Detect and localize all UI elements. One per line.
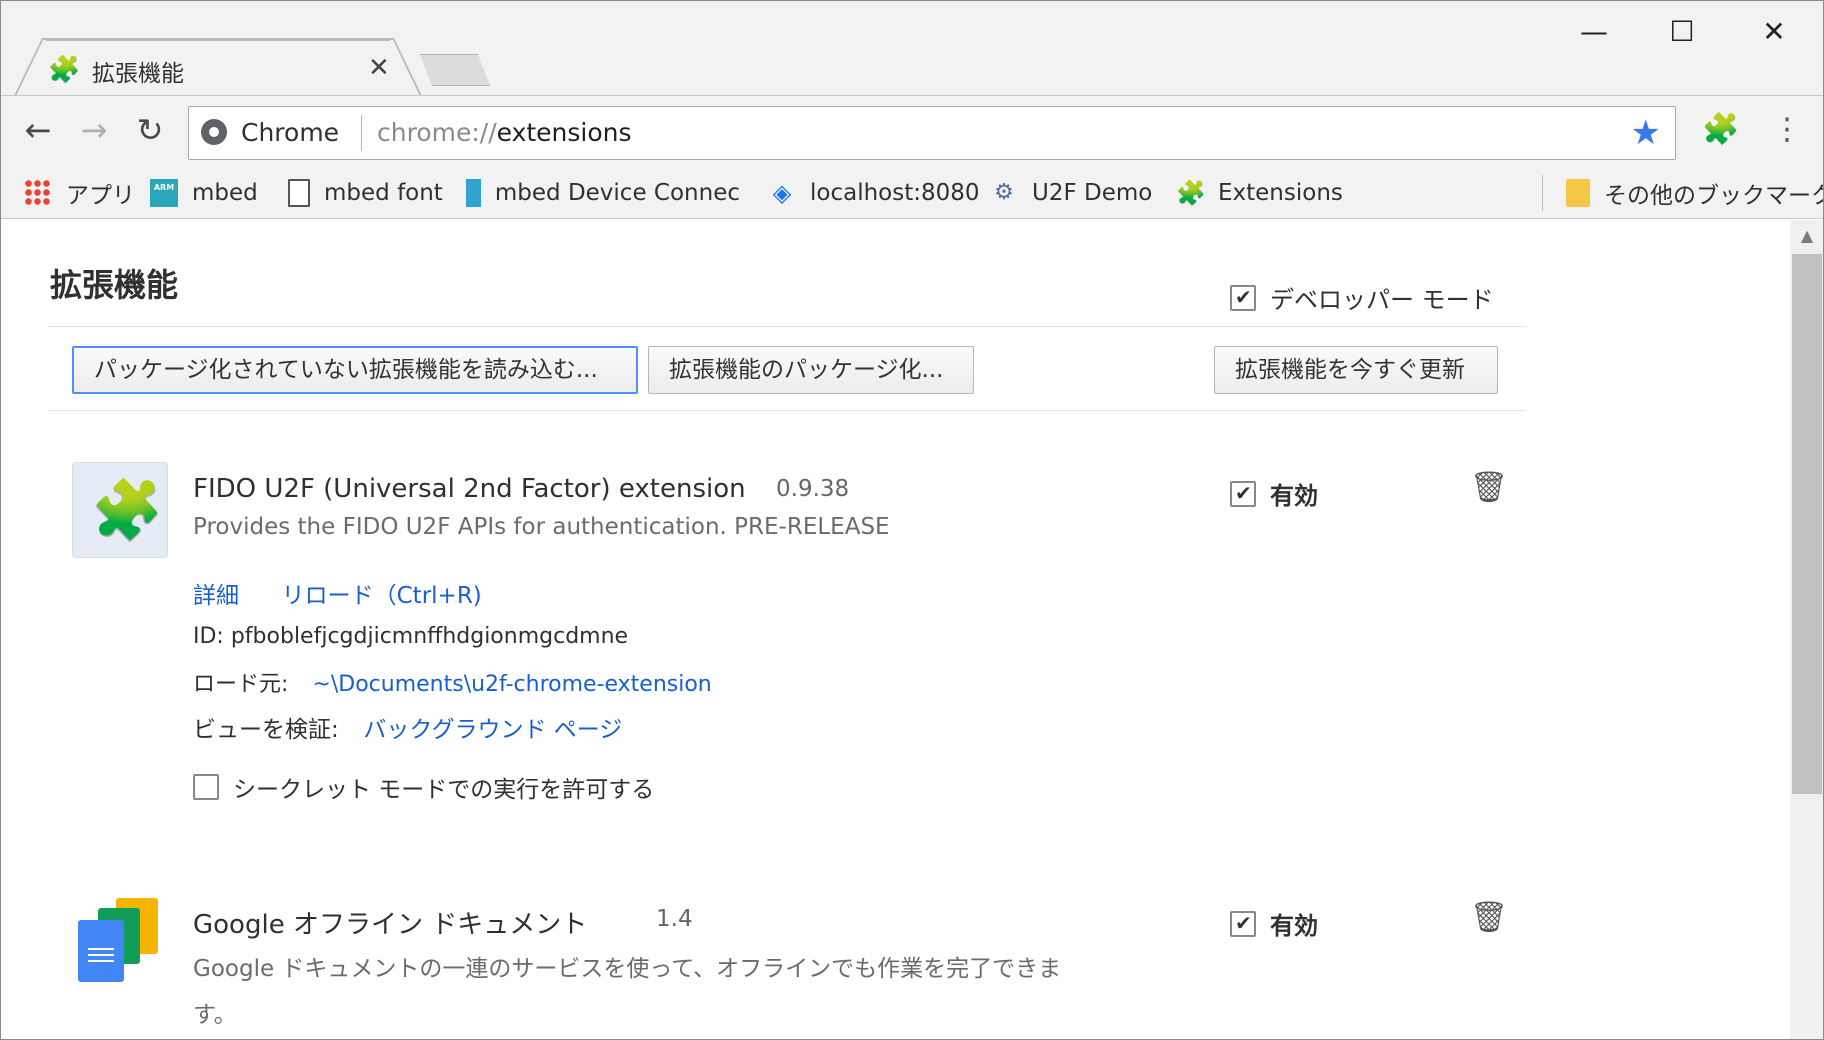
bookmark-u2f-demo[interactable]: ⚙ U2F Demo — [990, 177, 1152, 209]
bookmark-label: その他のブックマーク — [1604, 183, 1824, 209]
chrome-menu-button[interactable]: ⋮ — [1772, 110, 1802, 150]
scroll-thumb[interactable] — [1792, 254, 1822, 794]
id-label: ID: — [193, 624, 224, 649]
trash-icon[interactable]: 🗑 — [1470, 470, 1508, 505]
tab-title: 拡張機能 — [92, 61, 184, 87]
omnibox-separator — [361, 115, 362, 151]
extension-version: 1.4 — [656, 906, 693, 932]
enable-checkbox[interactable] — [1230, 910, 1256, 937]
reload-link[interactable]: リロード（Ctrl+R) — [282, 583, 482, 609]
tab-extensions[interactable] — [22, 40, 414, 96]
bookmark-label: mbed — [192, 180, 258, 206]
id-value: pfboblefjcgdjicmnffhdgionmgcdmne — [230, 624, 629, 649]
vertical-scrollbar[interactable]: ▲ — [1790, 220, 1824, 1040]
back-button[interactable]: ← — [18, 110, 58, 150]
omnibox-chip: Chrome — [241, 118, 340, 147]
details-link[interactable]: 詳細 — [193, 583, 239, 609]
extension-id-row: ID: pfboblefjcgdjicmnffhdgionmgcdmne — [193, 624, 628, 649]
enable-toggle[interactable]: 有効 — [1230, 476, 1318, 511]
enable-toggle[interactable]: 有効 — [1230, 906, 1318, 941]
chrome-icon — [201, 119, 227, 145]
extension-icon: 🧩 — [72, 462, 168, 558]
load-unpacked-button[interactable]: パッケージ化されていない拡張機能を読み込む... — [72, 346, 638, 394]
extension-description: Google ドキュメントの一連のサービスを使って、オフラインでも作業を完了でき… — [193, 946, 1193, 1038]
incognito-checkbox[interactable] — [193, 774, 219, 800]
extension-name: Google オフライン ドキュメント — [193, 910, 588, 940]
tab-close-button[interactable]: ✕ — [368, 54, 390, 82]
bookmark-label: mbed Device Connec — [494, 180, 740, 206]
bookmark-extensions[interactable]: 🧩 Extensions — [1176, 177, 1343, 209]
bookmarks-bar: アプリ ARM mbed mbed font mbed Device Conne… — [0, 167, 1824, 219]
star-icon[interactable]: ★ — [1631, 113, 1661, 153]
extension-description: Provides the FIDO U2F APIs for authentic… — [193, 514, 890, 540]
inspect-label: ビューを検証: — [193, 717, 339, 743]
description-line: Google ドキュメントの一連のサービスを使って、オフラインでも作業を完了でき… — [193, 956, 1062, 982]
url-text[interactable]: chrome://extensions — [377, 118, 632, 147]
puzzle-icon: 🧩 — [1176, 179, 1206, 207]
extension-loaded-from-row: ロード元: ~\Documents\u2f-chrome-extension — [193, 666, 712, 698]
maximize-button[interactable]: ☐ — [1652, 12, 1712, 52]
folder-icon — [1566, 179, 1590, 207]
bookmark-label: mbed font — [324, 180, 443, 206]
extension-name: FIDO U2F (Universal 2nd Factor) extensio… — [193, 474, 746, 504]
address-bar[interactable]: Chrome chrome://extensions ★ — [188, 106, 1676, 160]
loaded-from-link[interactable]: ~\Documents\u2f-chrome-extension — [312, 672, 711, 697]
extensions-page: 拡張機能 デベロッパー モード パッケージ化されていない拡張機能を読み込む...… — [0, 220, 1790, 1040]
puzzle-icon: 🧩 — [48, 55, 81, 85]
minimize-button[interactable]: — — [1564, 12, 1624, 52]
enable-label: 有効 — [1270, 482, 1318, 510]
bookmark-label: Extensions — [1218, 180, 1343, 206]
update-extensions-button[interactable]: 拡張機能を今すぐ更新 — [1214, 346, 1498, 394]
extension-version: 0.9.38 — [776, 476, 850, 502]
url-path: extensions — [496, 118, 632, 147]
background-page-link[interactable]: バックグラウンド ページ — [363, 717, 622, 743]
forward-button[interactable]: → — [74, 110, 114, 150]
description-line: す。 — [193, 1002, 237, 1028]
mbed-icon — [466, 179, 481, 207]
pack-extension-button[interactable]: 拡張機能のパッケージ化... — [648, 346, 974, 394]
developer-mode-toggle[interactable]: デベロッパー モード — [1230, 280, 1494, 315]
localhost-icon: ◈ — [772, 179, 792, 207]
u2f-icon: ⚙ — [994, 180, 1014, 205]
bookmark-mbed[interactable]: ARM mbed — [150, 177, 258, 209]
bookmark-label: アプリ — [66, 183, 135, 209]
close-window-button[interactable]: ✕ — [1744, 12, 1804, 52]
incognito-toggle[interactable]: シークレット モードでの実行を許可する — [193, 770, 654, 804]
reload-button[interactable]: ↻ — [130, 110, 170, 150]
bookmark-localhost[interactable]: ◈ localhost:8080 — [768, 177, 980, 209]
document-icon — [288, 179, 310, 207]
page-title: 拡張機能 — [50, 266, 179, 304]
enable-label: 有効 — [1270, 912, 1318, 940]
developer-mode-checkbox[interactable] — [1230, 284, 1256, 311]
arm-mbed-icon: ARM — [150, 179, 178, 207]
trash-icon[interactable]: 🗑 — [1470, 900, 1508, 935]
bookmark-apps[interactable]: アプリ — [24, 177, 135, 209]
extension-inspect-row: ビューを検証: バックグラウンド ページ — [193, 710, 622, 744]
scroll-up-arrow-icon[interactable]: ▲ — [1790, 226, 1824, 245]
extension-puzzle-icon[interactable]: 🧩 — [1702, 110, 1739, 150]
bookmark-other-bookmarks[interactable]: その他のブックマーク — [1566, 177, 1824, 209]
apps-grid-icon — [24, 179, 52, 207]
browser-toolbar: ← → ↻ Chrome chrome://extensions ★ 🧩 ⋮ — [0, 95, 1824, 167]
bookmarks-separator — [1542, 175, 1543, 211]
bookmark-label: U2F Demo — [1032, 180, 1153, 206]
incognito-label: シークレット モードでの実行を許可する — [233, 777, 655, 803]
title-bar: 🧩 拡張機能 ✕ — ☐ ✕ — [0, 0, 1824, 96]
url-scheme: chrome:// — [377, 118, 497, 147]
bookmark-label: localhost:8080 — [810, 180, 980, 206]
divider — [48, 326, 1526, 327]
puzzle-icon: 🧩 — [90, 476, 164, 544]
google-docs-icon — [76, 898, 164, 986]
new-tab-button[interactable] — [420, 54, 490, 86]
divider — [48, 410, 1526, 411]
developer-mode-label: デベロッパー モード — [1270, 286, 1494, 314]
bookmark-mbed-device-connector[interactable]: mbed Device Connec — [466, 177, 740, 209]
enable-checkbox[interactable] — [1230, 480, 1256, 507]
bookmark-mbed-font[interactable]: mbed font — [288, 177, 443, 209]
extension-links: 詳細 リロード（Ctrl+R) — [193, 576, 482, 610]
loaded-from-label: ロード元: — [193, 672, 289, 697]
